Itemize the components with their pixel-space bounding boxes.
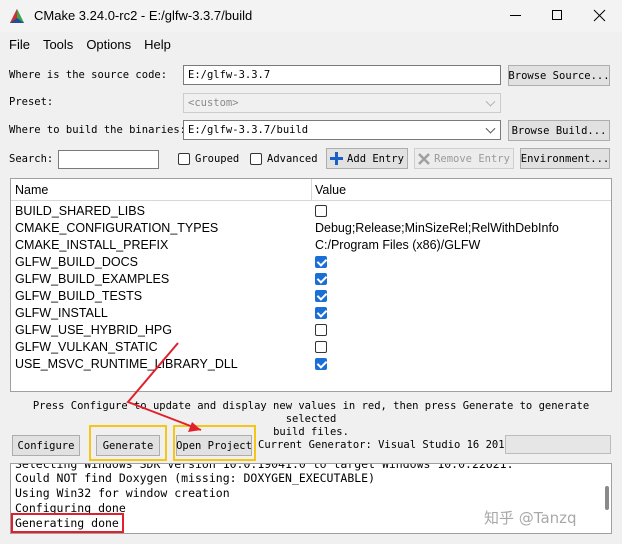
menu-options[interactable]: Options: [86, 37, 131, 52]
search-label: Search:: [9, 153, 54, 165]
checked-checkbox[interactable]: [315, 306, 327, 319]
entry-name: BUILD_SHARED_LIBS: [15, 204, 145, 218]
remove-entry-button[interactable]: Remove Entry: [414, 148, 514, 169]
close-icon: [593, 9, 606, 22]
minimize-icon: [510, 15, 521, 16]
table-row[interactable]: GLFW_BUILD_DOCS: [11, 254, 611, 271]
menu-help[interactable]: Help: [144, 37, 171, 52]
menu-file[interactable]: File: [9, 37, 30, 52]
entry-value-checkbox[interactable]: [315, 306, 327, 320]
generate-button[interactable]: Generate: [96, 435, 160, 456]
window-title: CMake 3.24.0-rc2 - E:/glfw-3.3.7/build: [34, 8, 253, 23]
checked-checkbox[interactable]: [315, 255, 327, 268]
build-select[interactable]: E:/glfw-3.3.7/build: [183, 120, 501, 140]
entry-value-checkbox[interactable]: [315, 204, 327, 218]
browse-source-button[interactable]: Browse Source...: [508, 65, 610, 86]
column-header-name[interactable]: Name: [15, 183, 48, 197]
browse-build-button[interactable]: Browse Build...: [508, 120, 610, 141]
output-scrollbar[interactable]: [605, 486, 609, 510]
log-line: Selecting Windows SDK version 10.0.19041…: [15, 463, 514, 471]
build-select-value: E:/glfw-3.3.7/build: [188, 124, 309, 136]
entry-value-checkbox[interactable]: [315, 357, 327, 371]
checked-checkbox[interactable]: [315, 289, 327, 302]
entry-name: CMAKE_INSTALL_PREFIX: [15, 238, 169, 252]
checked-checkbox[interactable]: [315, 272, 327, 285]
minimize-button[interactable]: [496, 0, 536, 32]
maximize-icon: [552, 10, 562, 20]
entry-value[interactable]: Debug;Release;MinSizeRel;RelWithDebInfo: [315, 221, 559, 235]
unchecked-checkbox[interactable]: [315, 323, 327, 336]
generating-done-highlight-box: [11, 513, 124, 533]
entry-value-checkbox[interactable]: [315, 340, 327, 354]
entry-name: GLFW_BUILD_TESTS: [15, 289, 143, 303]
entry-value[interactable]: C:/Program Files (x86)/GLFW: [315, 238, 480, 252]
grouped-label: Grouped: [195, 153, 240, 165]
entry-value-checkbox[interactable]: [315, 255, 327, 269]
log-line: Could NOT find Doxygen (missing: DOXYGEN…: [15, 471, 376, 485]
table-row[interactable]: BUILD_SHARED_LIBS: [11, 203, 611, 220]
search-input[interactable]: [58, 150, 159, 169]
entry-name: GLFW_BUILD_DOCS: [15, 255, 138, 269]
table-row[interactable]: GLFW_BUILD_TESTS: [11, 288, 611, 305]
close-button[interactable]: [580, 0, 620, 32]
remove-entry-label: Remove Entry: [434, 152, 510, 165]
column-separator: [311, 179, 312, 201]
hint-line-1: Press Configure to update and display ne…: [32, 400, 590, 425]
preset-label: Preset:: [9, 96, 54, 108]
entry-name: GLFW_USE_HYBRID_HPG: [15, 323, 172, 337]
chevron-down-icon: [485, 123, 496, 134]
entry-name: USE_MSVC_RUNTIME_LIBRARY_DLL: [15, 357, 238, 371]
table-row[interactable]: CMAKE_CONFIGURATION_TYPES Debug;Release;M…: [11, 220, 611, 237]
entry-name: GLFW_INSTALL: [15, 306, 108, 320]
table-row[interactable]: GLFW_INSTALL: [11, 305, 611, 322]
build-label: Where to build the binaries:: [9, 124, 187, 136]
add-entry-button[interactable]: Add Entry: [326, 148, 408, 169]
table-row[interactable]: USE_MSVC_RUNTIME_LIBRARY_DLL: [11, 356, 611, 373]
preset-select-value: <custom>: [188, 97, 239, 109]
table-header: Name Value: [11, 179, 611, 201]
progress-bar: [505, 435, 611, 454]
table-row[interactable]: CMAKE_INSTALL_PREFIX C:/Program Files (x8…: [11, 237, 611, 254]
menu-tools[interactable]: Tools: [43, 37, 73, 52]
title-bar[interactable]: CMake 3.24.0-rc2 - E:/glfw-3.3.7/build: [0, 0, 622, 32]
entry-value-checkbox[interactable]: [315, 323, 327, 337]
entry-name: GLFW_VULKAN_STATIC: [15, 340, 158, 354]
remove-icon: [418, 152, 430, 165]
entry-name: CMAKE_CONFIGURATION_TYPES: [15, 221, 219, 235]
column-header-value[interactable]: Value: [315, 183, 346, 197]
preset-select[interactable]: <custom>: [183, 93, 501, 113]
chevron-down-icon: [485, 96, 496, 107]
advanced-label: Advanced: [267, 153, 318, 165]
entry-value-checkbox[interactable]: [315, 272, 327, 286]
unchecked-checkbox[interactable]: [315, 340, 327, 353]
maximize-button[interactable]: [538, 0, 578, 32]
cache-table: Name Value BUILD_SHARED_LIBS CMAKE_CONFIG…: [10, 178, 612, 392]
watermark-text: 知乎 @Tanzq: [484, 509, 577, 527]
log-line: Using Win32 for window creation: [15, 486, 230, 500]
entry-name: GLFW_BUILD_EXAMPLES: [15, 272, 170, 286]
source-input-value: E:/glfw-3.3.7: [188, 69, 271, 81]
unchecked-checkbox[interactable]: [315, 204, 327, 217]
table-row[interactable]: GLFW_BUILD_EXAMPLES: [11, 271, 611, 288]
grouped-checkbox[interactable]: [178, 153, 190, 165]
open-project-button[interactable]: Open Project: [176, 435, 252, 456]
advanced-checkbox[interactable]: [250, 153, 262, 165]
add-entry-label: Add Entry: [347, 152, 404, 165]
checked-checkbox[interactable]: [315, 357, 327, 370]
source-input[interactable]: E:/glfw-3.3.7: [183, 65, 501, 85]
menu-bar: File Tools Options Help: [0, 32, 622, 56]
table-row[interactable]: GLFW_VULKAN_STATIC: [11, 339, 611, 356]
environment-button[interactable]: Environment...: [520, 148, 610, 169]
entry-value-checkbox[interactable]: [315, 289, 327, 303]
source-label: Where is the source code:: [9, 69, 168, 81]
table-row[interactable]: GLFW_USE_HYBRID_HPG: [11, 322, 611, 339]
current-generator-text: Current Generator: Visual Studio 16 2019: [258, 439, 511, 451]
plus-icon: [330, 152, 344, 165]
configure-button[interactable]: Configure: [12, 435, 80, 456]
cmake-logo-icon: [10, 9, 24, 23]
